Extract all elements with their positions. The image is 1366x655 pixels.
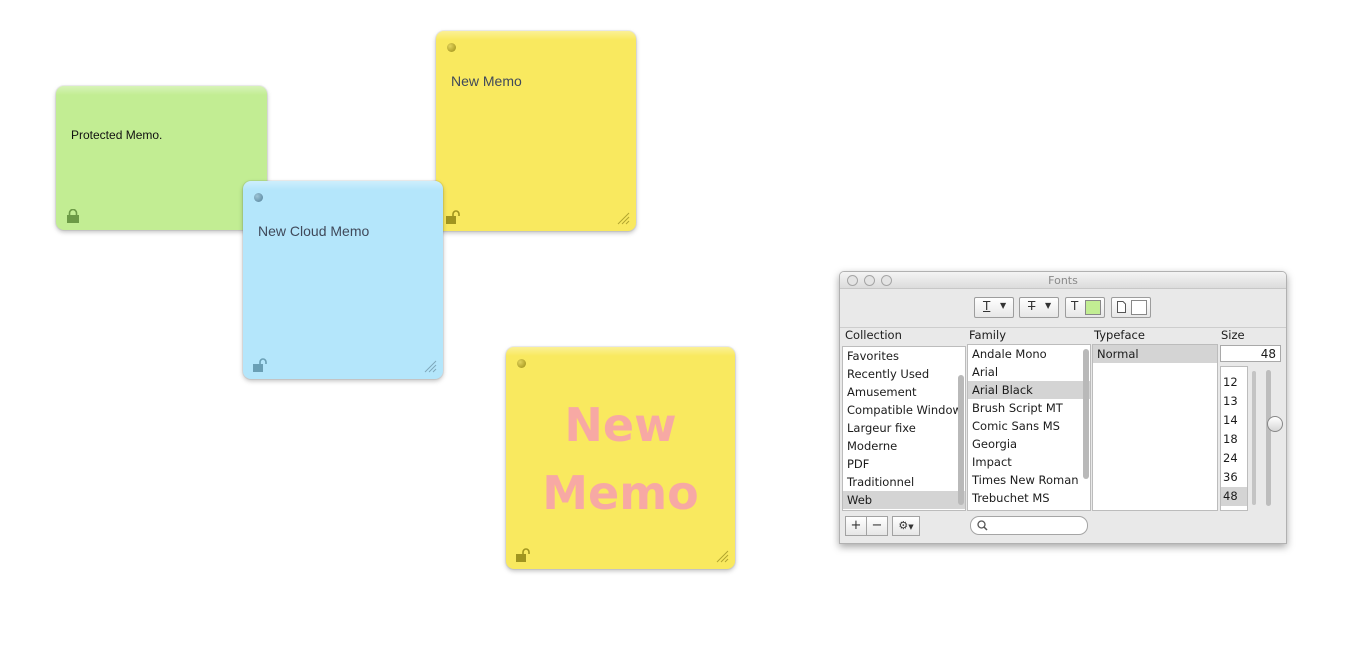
document-color-button[interactable]	[1111, 297, 1151, 318]
fonts-panel: Fonts T ▼ T ▼ T Collection Family Typefa…	[839, 271, 1287, 544]
memo-new-memo[interactable]: New Memo	[436, 31, 636, 231]
memo-protected[interactable]: Protected Memo.	[56, 86, 267, 230]
underline-menu[interactable]: T ▼	[974, 297, 1014, 318]
fonts-toolbar: T ▼ T ▼ T	[840, 289, 1286, 328]
memo-text[interactable]: Protected Memo.	[71, 128, 162, 142]
collection-item[interactable]: Recently Used	[843, 365, 965, 383]
collection-item[interactable]: Amusement	[843, 383, 965, 401]
gear-icon: ⚙	[898, 519, 909, 532]
search-icon	[977, 520, 988, 531]
collection-item[interactable]: Largeur fixe	[843, 419, 965, 437]
size-item[interactable]: 24	[1221, 449, 1247, 468]
memo-titlebar[interactable]	[506, 347, 735, 356]
collection-item[interactable]: Web	[843, 491, 965, 509]
chevron-down-icon: ▼	[908, 523, 914, 531]
lock-open-icon[interactable]	[253, 358, 267, 372]
collection-header: Collection	[845, 328, 902, 342]
document-icon	[1117, 301, 1126, 313]
collection-item[interactable]: PDF	[843, 455, 965, 473]
size-list[interactable]: 12 13 14 18 24 36 48	[1220, 366, 1248, 511]
family-item[interactable]: Arial	[968, 363, 1090, 381]
memo-text[interactable]: New Cloud Memo	[258, 223, 369, 239]
lock-closed-icon[interactable]	[66, 209, 80, 223]
memo-text[interactable]: New Memo	[451, 73, 522, 89]
family-item[interactable]: Andale Mono	[968, 345, 1090, 363]
memo-titlebar[interactable]	[243, 181, 443, 190]
collection-list[interactable]: Favorites Recently Used Amusement Compatibl…	[842, 346, 966, 511]
family-item[interactable]: Georgia	[968, 435, 1090, 453]
family-item[interactable]: Trebuchet MS	[968, 489, 1090, 507]
document-color-swatch	[1131, 300, 1147, 315]
scrollbar[interactable]	[958, 375, 964, 505]
fonts-titlebar[interactable]: Fonts	[840, 272, 1286, 289]
memo-cloud[interactable]: New Cloud Memo	[243, 181, 443, 379]
chevron-down-icon: ▼	[1000, 301, 1007, 310]
size-item[interactable]: 14	[1221, 411, 1247, 430]
remove-collection-button[interactable]: −	[866, 516, 888, 536]
action-menu[interactable]: ⚙▼	[892, 516, 920, 536]
strikethrough-icon: T	[1028, 299, 1036, 313]
text-color-button[interactable]: T	[1065, 297, 1105, 318]
lock-open-icon[interactable]	[446, 210, 460, 224]
memo-big[interactable]: New Memo	[506, 347, 735, 569]
family-item[interactable]: Impact	[968, 453, 1090, 471]
underline-icon: T	[983, 299, 991, 313]
collection-item[interactable]: Traditionnel	[843, 473, 965, 491]
collection-item[interactable]: Moderne	[843, 437, 965, 455]
text-color-swatch	[1085, 300, 1101, 315]
family-item[interactable]: Brush Script MT	[968, 399, 1090, 417]
collection-item[interactable]: Favorites	[843, 347, 965, 365]
lock-open-icon[interactable]	[516, 548, 530, 562]
size-item[interactable]: 18	[1221, 430, 1247, 449]
size-item[interactable]: 13	[1221, 392, 1247, 411]
memo-text[interactable]: New Memo	[506, 391, 735, 527]
chevron-down-icon: ▼	[1045, 301, 1052, 310]
pin-icon[interactable]	[447, 43, 456, 52]
resize-grip-icon[interactable]	[715, 549, 729, 563]
add-collection-button[interactable]: +	[845, 516, 867, 536]
size-item[interactable]: 12	[1221, 373, 1247, 392]
size-item[interactable]: 48	[1221, 487, 1247, 506]
text-color-icon: T	[1071, 299, 1079, 313]
size-slider-thumb[interactable]	[1267, 416, 1283, 432]
size-slider-bar	[1266, 370, 1271, 506]
pin-icon[interactable]	[254, 193, 263, 202]
search-field[interactable]	[970, 516, 1088, 535]
size-header: Size	[1221, 328, 1245, 342]
family-item[interactable]: Comic Sans MS	[968, 417, 1090, 435]
family-list[interactable]: Andale Mono Arial Arial Black Brush Script …	[967, 344, 1091, 511]
size-item[interactable]: 36	[1221, 468, 1247, 487]
resize-grip-icon[interactable]	[423, 359, 437, 373]
strikethrough-menu[interactable]: T ▼	[1019, 297, 1059, 318]
family-item[interactable]: Arial Black	[968, 381, 1090, 399]
scrollbar[interactable]	[1083, 349, 1089, 479]
pin-icon[interactable]	[517, 359, 526, 368]
window-title: Fonts	[1048, 274, 1078, 287]
memo-titlebar[interactable]	[56, 86, 267, 95]
family-header: Family	[969, 328, 1007, 342]
collection-item[interactable]: Compatible Window	[843, 401, 965, 419]
typeface-list[interactable]: Normal	[1092, 344, 1218, 511]
size-field[interactable]: 48	[1220, 345, 1281, 362]
memo-titlebar[interactable]	[436, 31, 636, 40]
typeface-header: Typeface	[1094, 328, 1145, 342]
size-slider-track[interactable]	[1252, 371, 1256, 505]
resize-grip-icon[interactable]	[616, 211, 630, 225]
typeface-item[interactable]: Normal	[1093, 345, 1217, 363]
family-item[interactable]: Times New Roman	[968, 471, 1090, 489]
